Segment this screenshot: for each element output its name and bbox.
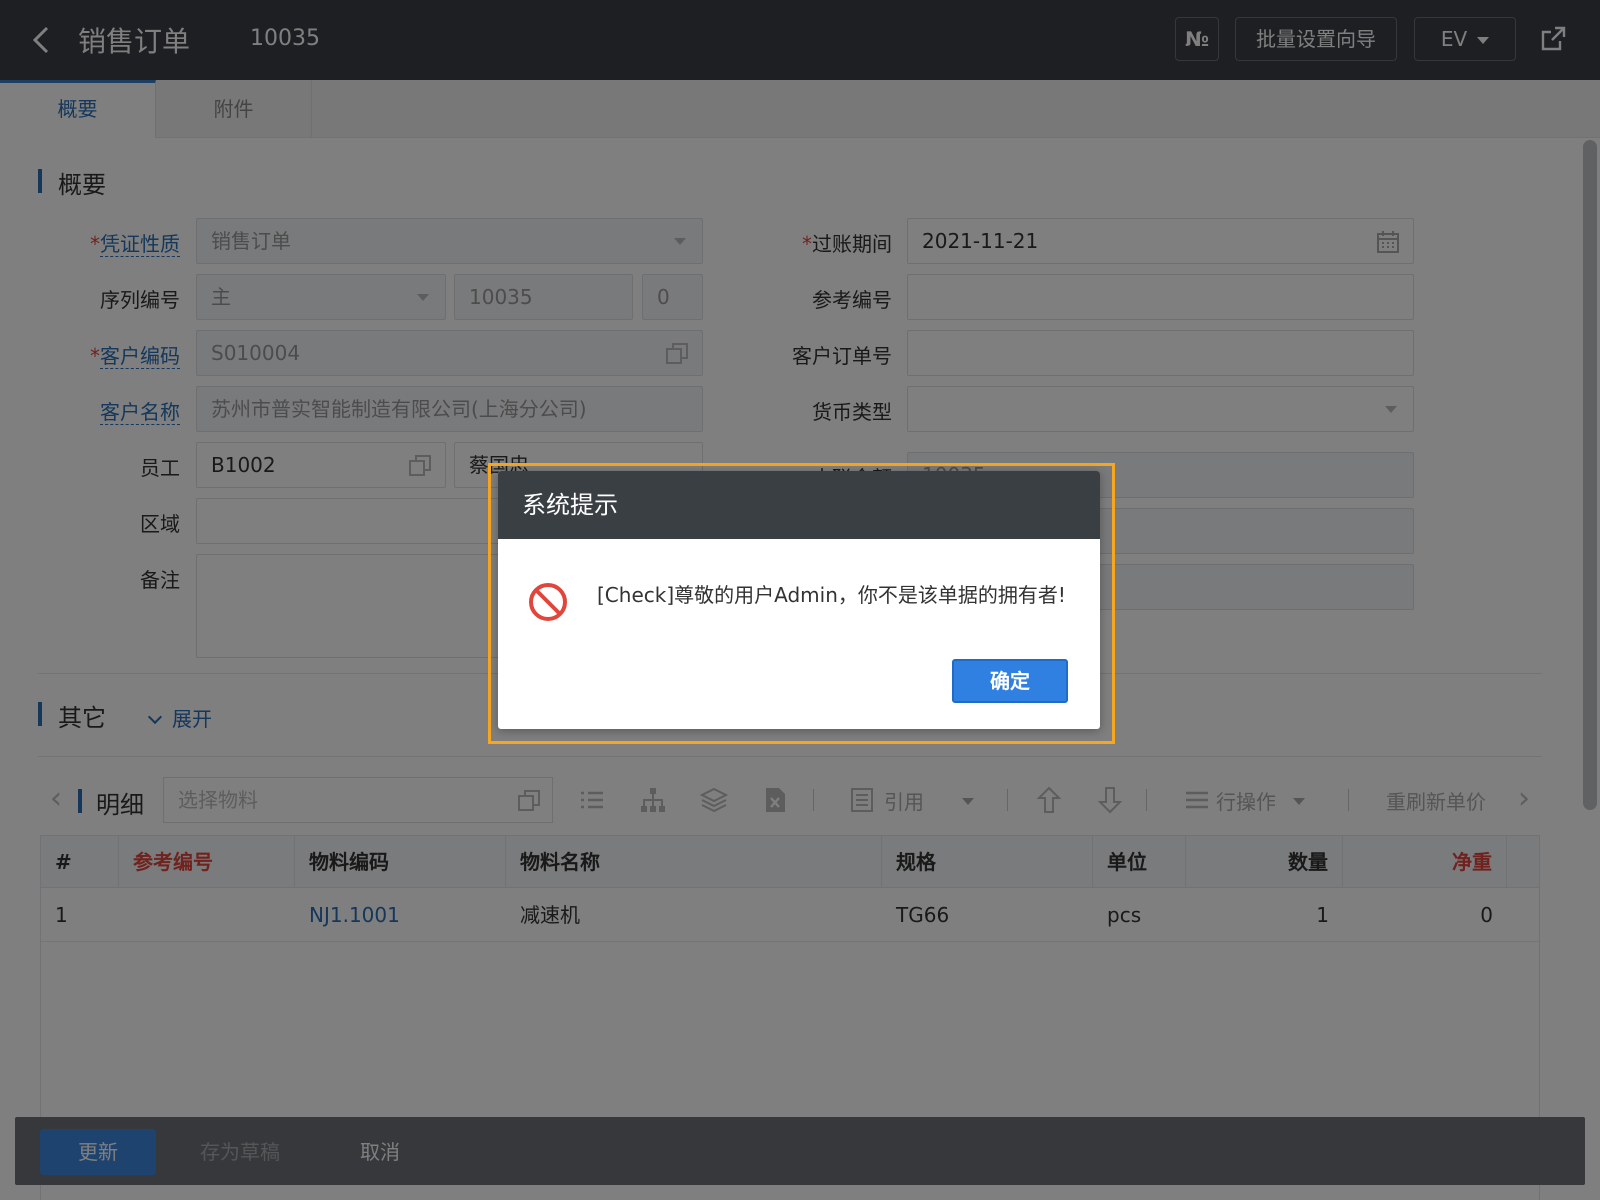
confirm-button[interactable]: 确定 (952, 659, 1068, 703)
system-alert-dialog: 系统提示 [Check]尊敬的用户Admin，你不是该单据的拥有者! 确定 (498, 471, 1100, 729)
prohibited-icon (529, 583, 567, 621)
dialog-message: [Check]尊敬的用户Admin，你不是该单据的拥有者! (597, 583, 1066, 607)
dialog-title: 系统提示 (498, 471, 1100, 539)
